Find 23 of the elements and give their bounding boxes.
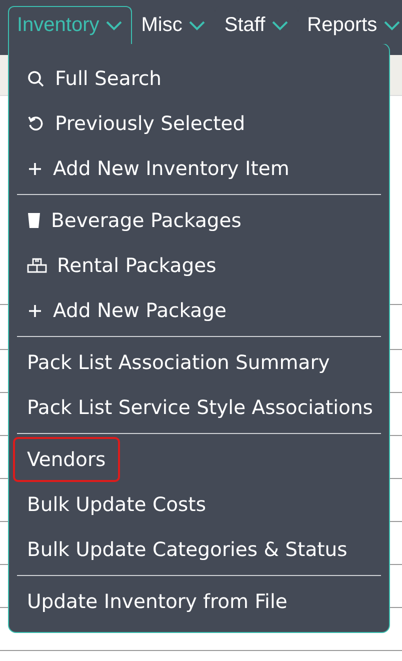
menu-item[interactable]: Previously Selected: [13, 101, 260, 146]
menu-item[interactable]: Add New Package: [13, 288, 241, 333]
menu-item[interactable]: Bulk Update Costs: [13, 482, 220, 527]
menu-item[interactable]: Beverage Packages: [13, 198, 256, 243]
chevron-down-icon: [383, 20, 402, 31]
menu-item[interactable]: Update Inventory from File: [13, 579, 302, 624]
chevron-down-icon: [271, 20, 290, 31]
menu-item[interactable]: Pack List Association Summary: [13, 340, 344, 385]
menu-item[interactable]: Bulk Update Categories & Status: [13, 527, 362, 572]
chevron-down-icon: [105, 20, 124, 31]
plus-icon: [27, 302, 43, 318]
menu-item[interactable]: Pack List Service Style Associations: [13, 385, 387, 430]
cup-icon: [27, 212, 41, 229]
chevron-down-icon: [188, 20, 206, 31]
menu-item[interactable]: Full Search: [13, 56, 176, 101]
boxes-icon: [27, 257, 47, 274]
menu-item[interactable]: Add New Inventory Item: [13, 146, 304, 191]
nav-tab[interactable]: Inventory: [8, 6, 132, 44]
undo-icon: [27, 114, 45, 132]
plus-icon: [27, 160, 43, 176]
menu-item[interactable]: Vendors: [13, 437, 120, 482]
menu-item[interactable]: Rental Packages: [13, 243, 230, 288]
search-icon: [27, 70, 45, 88]
